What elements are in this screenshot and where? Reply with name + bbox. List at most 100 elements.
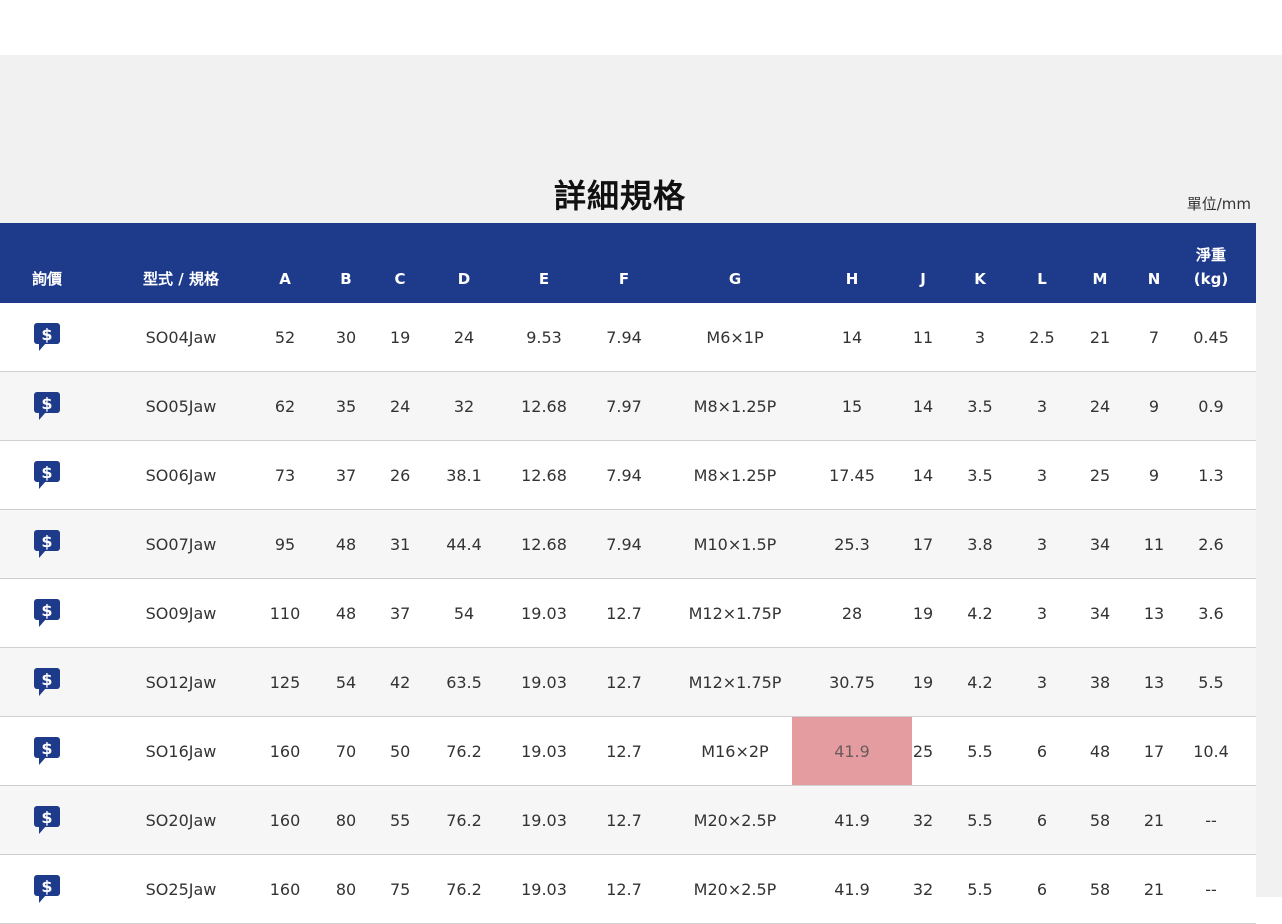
cell-e: 9.53 [518, 303, 570, 372]
header-g: G [678, 223, 792, 303]
table-row: $ SO25Jaw 160 80 75 76.2 19.03 12.7 M20×2.5P 41.9… [0, 854, 1256, 924]
cell-h: 28 [792, 578, 912, 648]
dollar-speech-bubble-icon[interactable]: $ [33, 460, 61, 490]
cell-h: 17.45 [792, 440, 912, 510]
cell-g: M10×1.5P [678, 509, 792, 579]
cell-g: M12×1.75P [678, 578, 792, 648]
cell-g: M8×1.25P [678, 440, 792, 510]
cell-k: 4.2 [934, 647, 1026, 717]
quote-cell: $ [0, 578, 94, 648]
model-cell: SO25Jaw [94, 854, 268, 924]
cell-m: 24 [1058, 371, 1142, 441]
table-row: $ SO20Jaw 160 80 55 76.2 19.03 12.7 M20×2.5P 41.9… [0, 785, 1256, 855]
cell-f: 12.7 [570, 854, 678, 924]
dollar-speech-bubble-icon[interactable]: $ [33, 391, 61, 421]
cell-a: 95 [268, 509, 302, 579]
cell-g: M8×1.25P [678, 371, 792, 441]
header-h: H [792, 223, 912, 303]
model-cell: SO07Jaw [94, 509, 268, 579]
cell-n: 9 [1142, 440, 1166, 510]
page-title: 詳細規格 [553, 177, 686, 216]
header-b: B [302, 223, 390, 303]
cell-k: 5.5 [934, 785, 1026, 855]
quote-cell: $ [0, 854, 94, 924]
cell-weight: 2.6 [1166, 509, 1256, 579]
table-row: $ SO05Jaw 62 35 24 32 12.68 7.97 M8×1.25P 15 14 3.5… [0, 371, 1256, 441]
header-quote: 詢價 [0, 223, 94, 303]
cell-j: 11 [912, 303, 934, 372]
table-row: $ SO12Jaw 125 54 42 63.5 19.03 12.7 M12×1.75P 30.… [0, 647, 1256, 717]
svg-text:$: $ [41, 325, 52, 344]
dollar-speech-bubble-icon[interactable]: $ [33, 805, 61, 835]
header-weight: 淨重 (kg) [1166, 223, 1256, 303]
cell-weight: 3.6 [1166, 578, 1256, 648]
cell-e: 19.03 [518, 785, 570, 855]
header-a: A [268, 223, 302, 303]
table-row: $ SO16Jaw 160 70 50 76.2 19.03 12.7 M16×2P 41.9 25… [0, 716, 1256, 786]
model-cell: SO12Jaw [94, 647, 268, 717]
model-cell: SO05Jaw [94, 371, 268, 441]
cell-m: 58 [1058, 854, 1142, 924]
header-m: M [1058, 223, 1142, 303]
cell-l: 3 [1026, 647, 1058, 717]
dollar-speech-bubble-icon[interactable]: $ [33, 598, 61, 628]
cell-c: 31 [390, 509, 410, 579]
svg-text:$: $ [41, 670, 52, 689]
cell-n: 17 [1142, 716, 1166, 786]
cell-e: 19.03 [518, 716, 570, 786]
cell-f: 7.94 [570, 440, 678, 510]
header-d: D [410, 223, 518, 303]
dollar-speech-bubble-icon[interactable]: $ [33, 322, 61, 352]
header-weight-label: 淨重 [1195, 246, 1226, 264]
cell-g: M12×1.75P [678, 647, 792, 717]
cell-b: 54 [302, 647, 390, 717]
cell-b: 48 [302, 509, 390, 579]
model-cell: SO09Jaw [94, 578, 268, 648]
quote-cell: $ [0, 303, 94, 372]
cell-d: 24 [410, 303, 518, 372]
cell-weight: -- [1166, 854, 1256, 924]
cell-k: 3 [934, 303, 1026, 372]
cell-n: 13 [1142, 578, 1166, 648]
dollar-speech-bubble-icon[interactable]: $ [33, 874, 61, 904]
cell-c: 37 [390, 578, 410, 648]
table-row: $ SO06Jaw 73 37 26 38.1 12.68 7.94 M8×1.25P 17.45… [0, 440, 1256, 510]
cell-k: 4.2 [934, 578, 1026, 648]
cell-b: 80 [302, 854, 390, 924]
quote-cell: $ [0, 509, 94, 579]
cell-a: 160 [268, 785, 302, 855]
quote-cell: $ [0, 440, 94, 510]
cell-e: 12.68 [518, 509, 570, 579]
cell-l: 6 [1026, 716, 1058, 786]
cell-c: 24 [390, 371, 410, 441]
cell-f: 7.94 [570, 509, 678, 579]
cell-n: 11 [1142, 509, 1166, 579]
cell-d: 76.2 [410, 854, 518, 924]
cell-d: 32 [410, 371, 518, 441]
header-weight-unit: (kg) [1193, 270, 1229, 288]
cell-e: 12.68 [518, 440, 570, 510]
unit-label: 單位/mm [1186, 195, 1251, 213]
cell-h: 25.3 [792, 509, 912, 579]
cell-j: 19 [912, 647, 934, 717]
cell-b: 70 [302, 716, 390, 786]
cell-k: 3.5 [934, 440, 1026, 510]
header-model: 型式 / 規格 [94, 223, 268, 303]
cell-l: 3 [1026, 509, 1058, 579]
cell-k: 5.5 [934, 854, 1026, 924]
cell-a: 125 [268, 647, 302, 717]
top-bar [0, 0, 1282, 55]
dollar-speech-bubble-icon[interactable]: $ [33, 667, 61, 697]
cell-e: 19.03 [518, 854, 570, 924]
dollar-speech-bubble-icon[interactable]: $ [33, 529, 61, 559]
svg-text:$: $ [41, 394, 52, 413]
quote-cell: $ [0, 785, 94, 855]
cell-k: 5.5 [934, 716, 1026, 786]
cell-n: 7 [1142, 303, 1166, 372]
cell-d: 44.4 [410, 509, 518, 579]
table-header-row: 詢價 型式 / 規格 A B C D E F G H J K L M N 淨重 … [0, 223, 1256, 303]
cell-m: 48 [1058, 716, 1142, 786]
cell-d: 76.2 [410, 716, 518, 786]
cell-j: 14 [912, 440, 934, 510]
dollar-speech-bubble-icon[interactable]: $ [33, 736, 61, 766]
